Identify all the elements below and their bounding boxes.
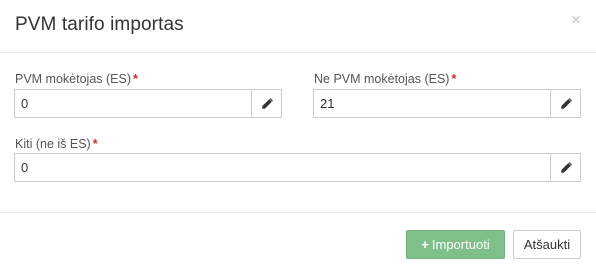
- required-mark: *: [451, 72, 457, 86]
- dialog-header: PVM tarifo importas ×: [0, 0, 596, 53]
- other-non-es-label-text: Kiti (ne iš ES): [15, 137, 91, 151]
- vat-payer-es-label-text: PVM mokėtojas (ES): [15, 72, 132, 86]
- other-non-es-group: [14, 153, 581, 182]
- non-vat-payer-es-edit-button[interactable]: [550, 89, 581, 118]
- pencil-icon: [560, 97, 572, 109]
- import-button[interactable]: + Importuoti: [406, 230, 505, 259]
- non-vat-payer-es-label-text: Ne PVM mokėtojas (ES): [314, 72, 450, 86]
- vat-import-dialog: PVM tarifo importas × PVM mokėtojas (ES)…: [0, 0, 596, 273]
- vat-payer-es-label: PVM mokėtojas (ES) *: [15, 72, 138, 86]
- pencil-icon: [261, 97, 273, 109]
- cancel-button-label: Atšaukti: [523, 237, 571, 252]
- required-mark: *: [133, 72, 138, 86]
- cancel-button[interactable]: Atšaukti: [513, 230, 581, 259]
- non-vat-payer-es-label: Ne PVM mokėtojas (ES) *: [314, 72, 456, 86]
- non-vat-payer-es-input[interactable]: [313, 89, 550, 118]
- other-non-es-label: Kiti (ne iš ES) *: [15, 137, 98, 151]
- pencil-icon: [560, 161, 572, 173]
- dialog-title: PVM tarifo importas: [15, 14, 184, 35]
- dialog-footer: + Importuoti Atšaukti: [0, 212, 596, 273]
- other-non-es-input[interactable]: [14, 153, 550, 182]
- close-button[interactable]: ×: [569, 11, 583, 29]
- import-button-label: Importuoti: [431, 237, 490, 252]
- vat-payer-es-group: [14, 89, 282, 118]
- plus-icon: +: [421, 237, 429, 252]
- vat-payer-es-input[interactable]: [14, 89, 251, 118]
- required-mark: *: [92, 137, 98, 151]
- non-vat-payer-es-group: [313, 89, 581, 118]
- vat-payer-es-edit-button[interactable]: [251, 89, 282, 118]
- other-non-es-edit-button[interactable]: [550, 153, 581, 182]
